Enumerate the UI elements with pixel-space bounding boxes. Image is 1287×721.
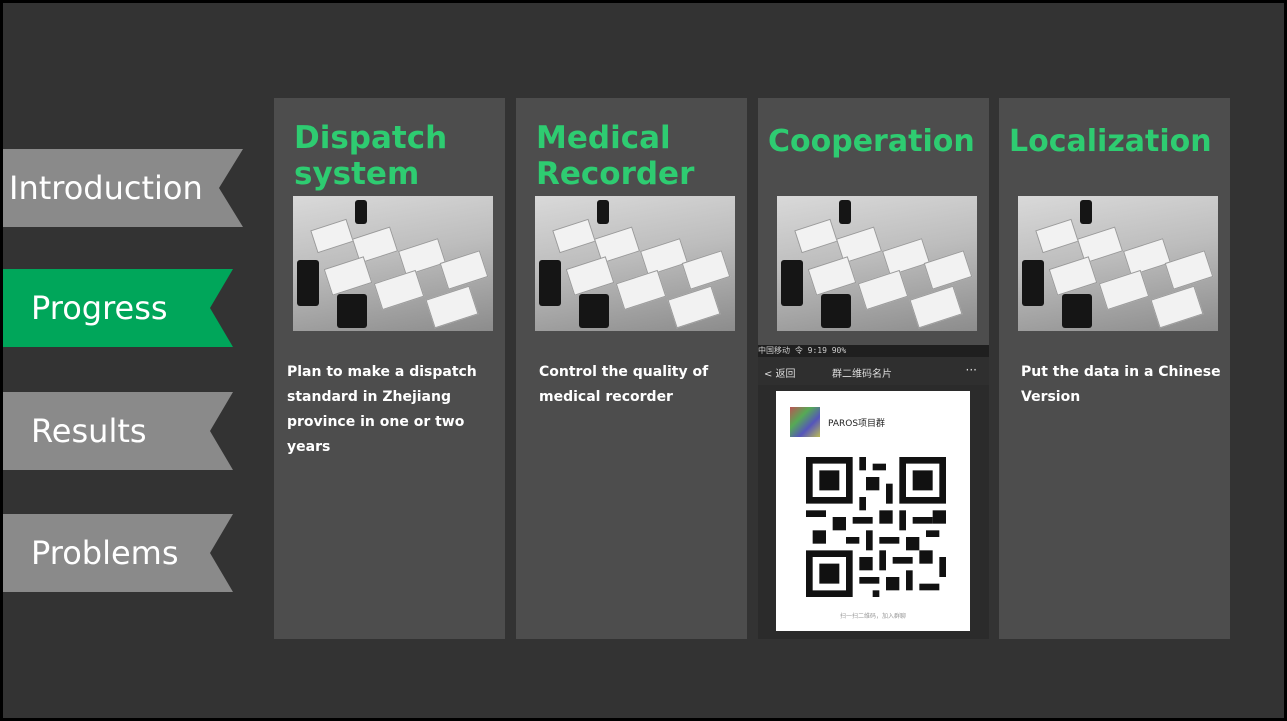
nav-tab-label: Problems: [31, 534, 179, 572]
stationery-photo: [777, 196, 977, 331]
qr-code-icon: [806, 457, 946, 597]
card-medical-recorder: Medical Recorder Control the quality of …: [516, 98, 747, 639]
card-title: Dispatch system: [294, 120, 448, 192]
wechat-group-qr-screenshot: 中国移动 令 9:19 90% < 返回 群二维码名片 ··· PAROS项目群: [758, 345, 989, 639]
phone-status-bar: 中国移动 令 9:19 90%: [758, 345, 989, 357]
nav-tab-introduction[interactable]: Introduction: [3, 149, 243, 227]
phone-nav-bar: < 返回 群二维码名片 ···: [758, 357, 989, 385]
nav-tab-results[interactable]: Results: [3, 392, 233, 470]
stationery-photo: [535, 196, 735, 331]
card-text: Put the data in a Chinese Version: [1021, 364, 1221, 405]
group-name: PAROS项目群: [828, 419, 886, 429]
stationery-photo: [1018, 196, 1218, 331]
card-localization: Localization Put the data in a Chinese V…: [999, 98, 1230, 639]
slide: Introduction Progress Results Problems D…: [0, 0, 1287, 721]
card-cooperation: Cooperation 中国移动 令 9:19 90% < 返回 群二维码名片 …: [758, 98, 989, 639]
phone-title: 群二维码名片: [832, 369, 892, 380]
card-title: Localization: [1009, 124, 1212, 159]
stationery-photo: [293, 196, 493, 331]
group-avatar: [790, 407, 820, 437]
card-title: Cooperation: [768, 124, 975, 159]
more-icon[interactable]: ···: [966, 363, 977, 377]
back-button[interactable]: < 返回: [764, 365, 796, 380]
card-text: Plan to make a dispatch standard in Zhej…: [287, 364, 477, 455]
nav-tab-label: Progress: [31, 289, 168, 327]
card-dispatch-system: Dispatch system Plan to make a dispatch …: [274, 98, 505, 639]
nav-tab-label: Introduction: [9, 169, 203, 207]
card-text: Control the quality of medical recorder: [539, 364, 709, 405]
nav-tab-progress[interactable]: Progress: [3, 269, 233, 347]
qr-card: PAROS项目群 扫一扫二维码，加入群聊: [776, 391, 970, 631]
card-title: Medical Recorder: [536, 120, 695, 192]
qr-hint: 扫一扫二维码，加入群聊: [839, 613, 906, 620]
nav-tab-label: Results: [31, 412, 147, 450]
nav-tab-problems[interactable]: Problems: [3, 514, 233, 592]
